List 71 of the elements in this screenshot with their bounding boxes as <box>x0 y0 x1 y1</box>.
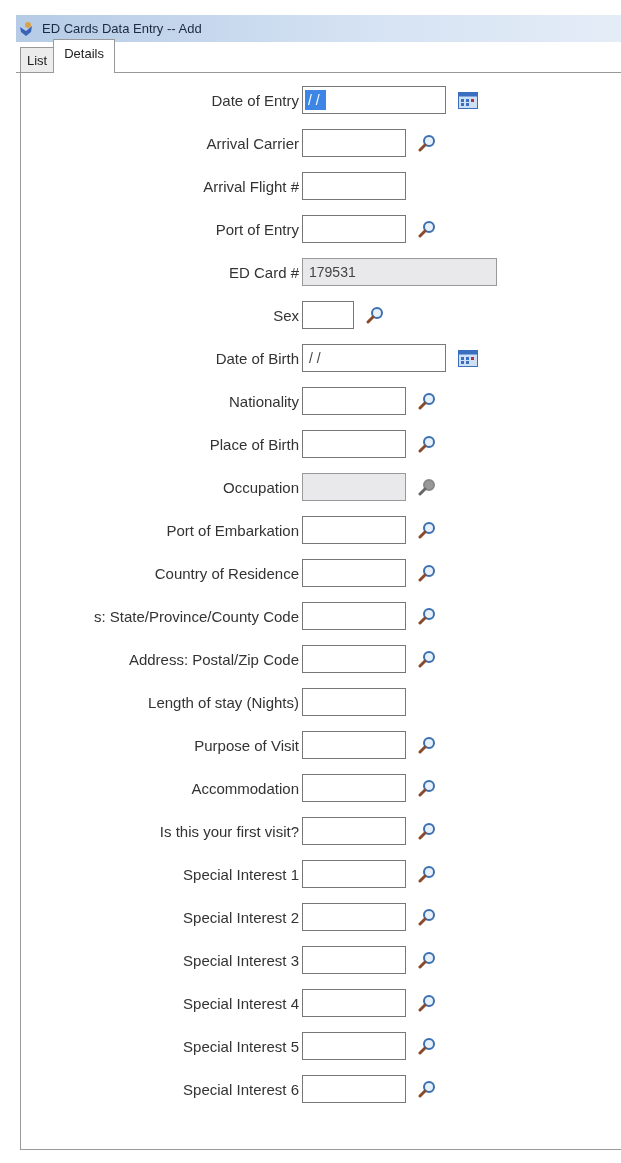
field-label: Arrival Flight # <box>203 177 299 195</box>
search-icon[interactable] <box>418 865 436 883</box>
field-label: Accommodation <box>191 779 299 797</box>
input-field[interactable] <box>302 946 406 974</box>
search-icon[interactable] <box>418 478 436 496</box>
search-icon[interactable] <box>418 220 436 238</box>
input-field[interactable]: / / <box>302 86 446 114</box>
input-field[interactable] <box>302 172 406 200</box>
field-label: Address: Postal/Zip Code <box>128 650 299 668</box>
search-icon[interactable] <box>418 736 436 754</box>
input-field[interactable] <box>302 430 406 458</box>
input-field[interactable] <box>302 817 406 845</box>
field-label: Date of Entry <box>211 91 299 109</box>
window-title: ED Cards Data Entry -- Add <box>42 21 202 36</box>
input-field[interactable] <box>302 387 406 415</box>
field-label: Special Interest 4 <box>183 994 299 1012</box>
search-icon[interactable] <box>418 1037 436 1055</box>
field-label: Place of Birth <box>209 435 299 453</box>
field-label: Port of Embarkation <box>166 521 299 539</box>
search-icon[interactable] <box>418 1080 436 1098</box>
search-icon[interactable] <box>418 134 436 152</box>
field-label: Arrival Carrier <box>206 134 299 152</box>
input-field[interactable] <box>302 989 406 1017</box>
search-icon[interactable] <box>418 564 436 582</box>
input-field[interactable] <box>302 602 406 630</box>
input-field[interactable] <box>302 1075 406 1103</box>
field-label: Special Interest 1 <box>183 865 299 883</box>
field-label: Length of stay (Nights) <box>148 693 299 711</box>
input-field[interactable]: / / <box>302 344 446 372</box>
input-field[interactable] <box>302 688 406 716</box>
input-field[interactable] <box>302 215 406 243</box>
search-icon[interactable] <box>418 951 436 969</box>
field-label: Nationality <box>228 392 299 410</box>
field-label: s: State/Province/County Code <box>93 607 299 625</box>
search-icon[interactable] <box>418 392 436 410</box>
search-icon[interactable] <box>418 607 436 625</box>
field-label: Occupation <box>223 478 299 496</box>
field-label: Date of Birth <box>215 349 299 367</box>
field-label: Is this your first visit? <box>159 822 299 840</box>
app-icon <box>18 20 34 37</box>
tab[interactable]: List <box>20 47 55 72</box>
input-field[interactable] <box>302 516 406 544</box>
search-icon[interactable] <box>418 521 436 539</box>
field-label: Special Interest 6 <box>183 1080 299 1098</box>
search-icon[interactable] <box>418 650 436 668</box>
search-icon[interactable] <box>418 822 436 840</box>
input-field[interactable] <box>302 301 354 329</box>
field-label: Special Interest 2 <box>183 908 299 926</box>
field-label: ED Card # <box>228 263 299 281</box>
tab[interactable]: Details <box>53 39 115 73</box>
field-label: Sex <box>273 306 299 324</box>
input-field[interactable] <box>302 903 406 931</box>
search-icon[interactable] <box>418 435 436 453</box>
field-label: Purpose of Visit <box>194 736 299 754</box>
input-field[interactable] <box>302 1032 406 1060</box>
input-field[interactable] <box>302 860 406 888</box>
search-icon[interactable] <box>418 908 436 926</box>
field-label: Special Interest 3 <box>183 951 299 969</box>
input-field[interactable] <box>302 645 406 673</box>
input-field[interactable] <box>302 559 406 587</box>
input-field[interactable] <box>302 129 406 157</box>
field-label: Port of Entry <box>215 220 299 238</box>
input-field[interactable] <box>302 774 406 802</box>
search-icon[interactable] <box>418 994 436 1012</box>
field-label: Country of Residence <box>154 564 299 582</box>
input-field[interactable] <box>302 731 406 759</box>
field-label: Special Interest 5 <box>183 1037 299 1055</box>
search-icon[interactable] <box>366 306 384 324</box>
search-icon[interactable] <box>418 779 436 797</box>
calendar-icon[interactable] <box>458 349 478 367</box>
calendar-icon[interactable] <box>458 91 478 109</box>
